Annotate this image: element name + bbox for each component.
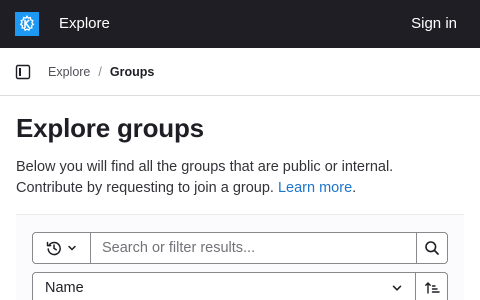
chevron-down-icon — [392, 285, 402, 291]
history-icon — [46, 241, 61, 256]
kde-logo-icon[interactable] — [15, 12, 39, 36]
sign-in-link[interactable]: Sign in — [411, 15, 457, 33]
filter-panel: Name — [16, 214, 464, 300]
filtered-search-bar — [32, 232, 448, 264]
page-title: Explore groups — [16, 113, 204, 143]
breadcrumb-separator: / — [98, 65, 102, 79]
sort-lowest-icon — [424, 282, 440, 294]
page-description: Below you will find all the groups that … — [16, 157, 456, 199]
learn-more-link[interactable]: Learn more — [278, 180, 352, 196]
breadcrumb-item-explore[interactable]: Explore — [48, 65, 90, 80]
chevron-down-icon — [68, 245, 76, 251]
nav-explore-link[interactable]: Explore — [59, 15, 110, 33]
breadcrumb-item-groups[interactable]: Groups — [110, 65, 154, 80]
search-icon — [425, 241, 439, 255]
sort-by-dropdown[interactable]: Name — [32, 272, 416, 300]
top-navbar: Explore Sign in — [0, 0, 480, 48]
description-period: . — [352, 180, 357, 196]
breadcrumb: Explore / Groups — [48, 65, 154, 80]
recent-searches-dropdown[interactable] — [33, 233, 91, 263]
breadcrumb-bar: Explore / Groups — [0, 48, 480, 96]
sidebar-toggle-icon[interactable] — [15, 64, 31, 80]
sort-direction-button[interactable] — [416, 272, 448, 300]
sort-controls: Name — [32, 272, 448, 300]
sort-by-value: Name — [45, 280, 84, 296]
search-button[interactable] — [416, 233, 447, 263]
search-input[interactable] — [91, 233, 416, 263]
